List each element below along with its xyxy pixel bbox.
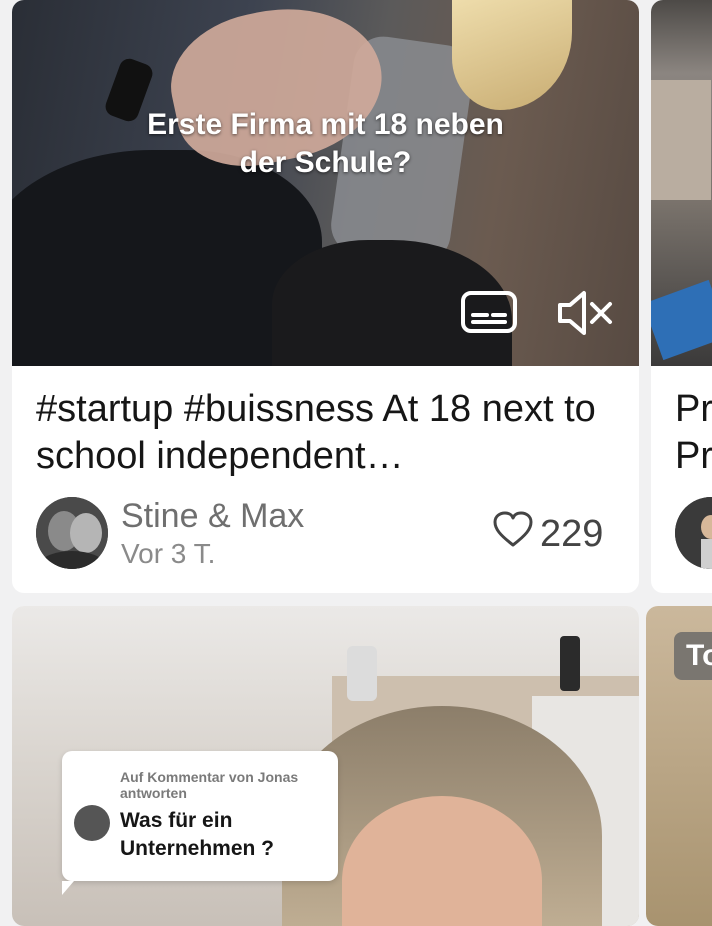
caption-line-2: der Schule?	[239, 146, 412, 179]
subtitles-icon[interactable]	[460, 288, 518, 336]
video-caption-overlay: Erste Firma mit 18 neben der Schule?	[12, 106, 639, 182]
commenter-avatar	[74, 805, 110, 841]
heart-icon[interactable]	[492, 510, 534, 558]
post-time: Vor 3 T.	[121, 538, 216, 569]
video-title[interactable]: #startup #buissness At 18 next to school…	[36, 386, 616, 480]
partial-title-line-1[interactable]: Pr	[675, 386, 712, 433]
video-card[interactable]: Erste Firma mit 18 neben der Schule? #st…	[12, 0, 639, 593]
partial-title-line-2[interactable]: Pr	[675, 433, 712, 480]
comment-reply-bubble: Auf Kommentar von Jonas antworten Was fü…	[62, 751, 338, 895]
video-thumbnail[interactable]: Erste Firma mit 18 neben der Schule?	[12, 0, 639, 366]
like-number: 229	[540, 512, 604, 555]
video-card[interactable]: Auf Kommentar von Jonas antworten Was fü…	[12, 606, 639, 926]
like-count[interactable]: 229	[492, 510, 603, 558]
muted-speaker-icon[interactable]	[556, 288, 618, 338]
author-avatar[interactable]	[36, 497, 108, 569]
video-thumbnail-partial[interactable]	[651, 0, 712, 366]
reply-label: Auf Kommentar von Jonas antworten	[120, 769, 299, 801]
caption-line-1: Erste Firma mit 18 neben	[147, 108, 504, 141]
reply-question: Was für ein Unternehmen ?	[120, 809, 275, 860]
video-card-partial[interactable]: Pr Pr	[651, 0, 712, 593]
badge-partial: To	[674, 632, 712, 680]
author-name[interactable]: Stine & Max	[121, 497, 304, 536]
author-avatar-partial[interactable]	[675, 497, 712, 569]
video-thumbnail[interactable]: Auf Kommentar von Jonas antworten Was fü…	[12, 606, 639, 926]
